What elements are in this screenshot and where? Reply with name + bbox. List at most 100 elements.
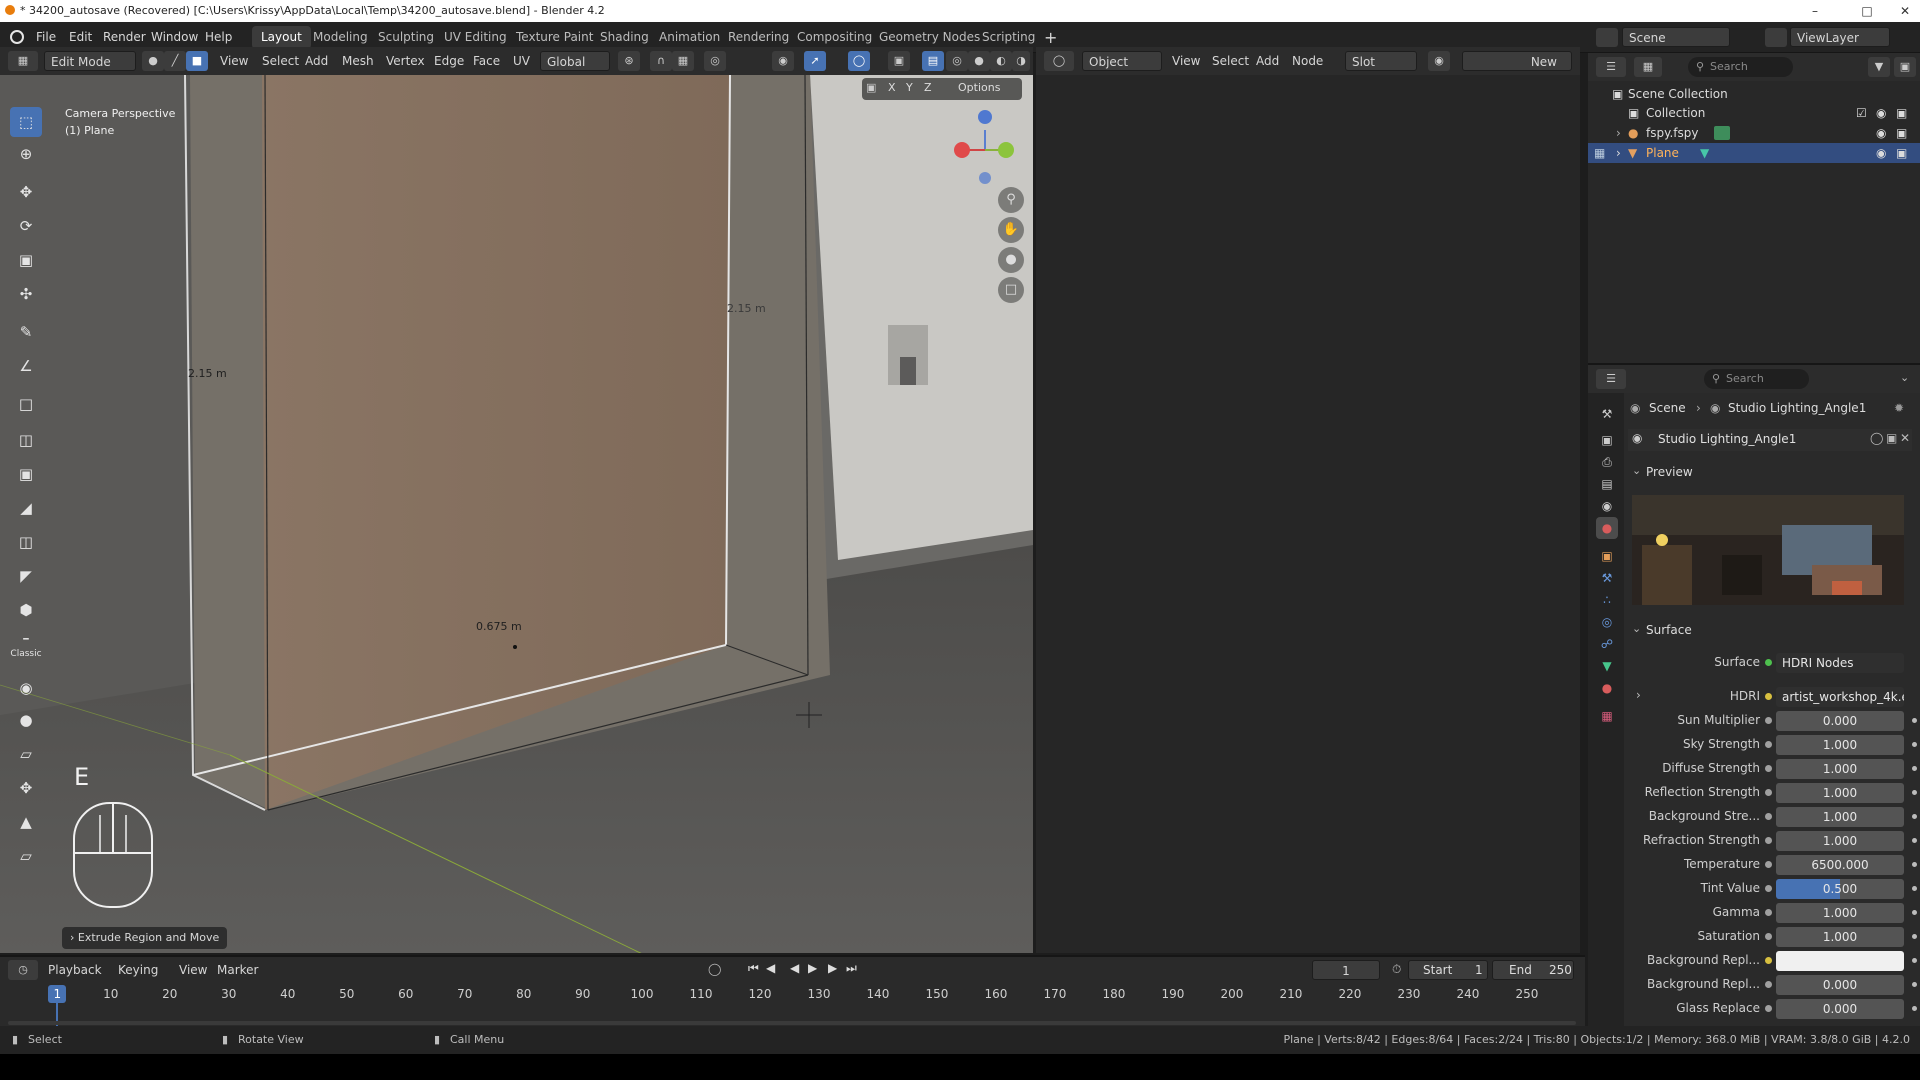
properties-type-icon[interactable]: ☰ xyxy=(1596,369,1626,389)
glass-replace-field[interactable]: 0.000 xyxy=(1776,999,1904,1019)
view-layer-tab-icon[interactable]: ▤ xyxy=(1596,473,1618,495)
expand-arrow-icon[interactable]: › xyxy=(1636,688,1641,702)
tool-tab-icon[interactable]: ⚒ xyxy=(1596,403,1618,425)
background-replace-field[interactable]: 0.000 xyxy=(1776,975,1904,995)
pin-icon[interactable]: ✹ xyxy=(1894,401,1904,415)
constraints-tab-icon[interactable]: ☍ xyxy=(1596,633,1618,655)
menu-uv[interactable]: UV xyxy=(507,51,536,71)
lock-camera-icon[interactable]: □ xyxy=(998,277,1024,303)
tab-animation[interactable]: Animation xyxy=(650,26,729,49)
options-dropdown[interactable]: Options xyxy=(958,81,1000,94)
keyframe-icon[interactable] xyxy=(1912,838,1917,843)
node-menu-select[interactable]: Select xyxy=(1206,51,1255,71)
outliner-item-plane[interactable]: ▦ › ▼ Plane ▼ ◉ ▣ xyxy=(1588,143,1920,163)
overlay-toggle-icon[interactable]: ◯ xyxy=(848,51,870,71)
close-icon[interactable]: ✕ xyxy=(1890,0,1920,22)
rip-tool-icon[interactable]: ▲ xyxy=(10,807,42,837)
background-strength-field[interactable]: 1.000 xyxy=(1776,807,1904,827)
keyframe-icon[interactable] xyxy=(1912,934,1917,939)
menu-face[interactable]: Face xyxy=(467,51,506,71)
tab-layout[interactable]: Layout xyxy=(252,26,311,49)
new-collection-icon[interactable]: ▣ xyxy=(1894,57,1916,77)
mirror-icon[interactable]: ▣ xyxy=(866,81,876,94)
timeline-ruler[interactable]: 1 10 20 30 40 50 60 70 80 90 100 110 120 130 140 150 160… xyxy=(0,957,1585,1028)
scene-tab-icon[interactable]: ◉ xyxy=(1596,495,1618,517)
expand-arrow-icon[interactable]: › xyxy=(1616,143,1621,163)
keyframe-icon[interactable] xyxy=(1912,982,1917,987)
loop-cut-tool-icon[interactable]: ◫ xyxy=(10,527,42,557)
view-layer-field[interactable]: ViewLayer xyxy=(1790,27,1890,47)
axis-z-toggle[interactable]: Z xyxy=(924,81,932,94)
keyframe-icon[interactable] xyxy=(1912,958,1917,963)
maximize-icon[interactable]: □ xyxy=(1852,0,1882,22)
collection-row[interactable]: ▣ Collection ☑ ◉ ▣ xyxy=(1588,103,1920,123)
gizmo-toggle-icon[interactable]: ➚ xyxy=(804,51,826,71)
tab-shading[interactable]: Shading xyxy=(591,26,658,49)
scene-collection-row[interactable]: ▣ Scene Collection xyxy=(1588,84,1920,104)
keyframe-icon[interactable] xyxy=(1912,790,1917,795)
unlink-icon[interactable]: ✕ xyxy=(1900,431,1910,445)
wireframe-shading-icon[interactable]: ◎ xyxy=(946,51,968,71)
face-select-icon[interactable]: ■ xyxy=(186,51,208,71)
tint-value-slider[interactable]: 0.500 xyxy=(1776,879,1904,899)
camera-icon[interactable]: ▣ xyxy=(1896,123,1907,143)
modifier-tab-icon[interactable]: ⚒ xyxy=(1596,567,1618,589)
world-name-field[interactable]: Studio Lighting_Angle1 xyxy=(1658,432,1796,446)
node-menu-view[interactable]: View xyxy=(1166,51,1206,71)
snap-target-icon[interactable]: ▦ xyxy=(672,51,694,71)
node-menu-add[interactable]: Add xyxy=(1250,51,1285,71)
measure-tool-icon[interactable]: ∠ xyxy=(10,351,42,381)
expand-arrow-icon[interactable]: › xyxy=(1616,123,1621,143)
node-editor-type-icon[interactable]: ◯ xyxy=(1044,51,1074,71)
keyframe-icon[interactable] xyxy=(1912,910,1917,915)
edge-select-icon[interactable]: ╱ xyxy=(164,51,186,71)
gamma-field[interactable]: 1.000 xyxy=(1776,903,1904,923)
camera-icon[interactable]: ▣ xyxy=(1896,143,1907,163)
solid-shading-icon[interactable]: ● xyxy=(968,51,990,71)
menu-edge[interactable]: Edge xyxy=(428,51,470,71)
minimize-icon[interactable]: – xyxy=(1800,0,1830,22)
display-mode-icon[interactable]: ▦ xyxy=(1634,57,1662,77)
keyframe-icon[interactable] xyxy=(1912,766,1917,771)
to-sphere-tool-icon[interactable]: ✥ xyxy=(10,773,42,803)
world-tab-icon[interactable]: ● xyxy=(1596,517,1618,539)
keyframe-icon[interactable] xyxy=(1912,742,1917,747)
keyframe-icon[interactable] xyxy=(1912,886,1917,891)
zoom-icon[interactable]: ⚲ xyxy=(998,187,1024,213)
surface-shader-field[interactable]: HDRI Nodes xyxy=(1776,653,1904,673)
texture-tab-icon[interactable]: ▦ xyxy=(1596,705,1618,727)
tab-rendering[interactable]: Rendering xyxy=(719,26,798,49)
tab-scripting[interactable]: Scripting xyxy=(973,26,1044,49)
shader-editor[interactable]: ◯ Object View Select Add Node Slot ◉ New xyxy=(1036,47,1580,953)
extrude-tool-icon[interactable]: ◫ xyxy=(10,425,42,455)
tab-uv-editing[interactable]: UV Editing xyxy=(435,26,516,49)
tab-texture-paint[interactable]: Texture Paint xyxy=(507,26,602,49)
object-tab-icon[interactable]: ▣ xyxy=(1596,545,1618,567)
preview-panel-header[interactable]: ⌄ Preview xyxy=(1628,461,1918,483)
hdri-file-field[interactable]: artist_workshop_4k.exr... xyxy=(1776,687,1904,707)
move-tool-icon[interactable]: ✥ xyxy=(10,177,42,207)
world-browse-icon[interactable]: ◉ xyxy=(1632,431,1642,445)
background-replace-color-swatch[interactable] xyxy=(1776,951,1904,971)
mode-dropdown[interactable]: Edit Mode xyxy=(44,51,136,71)
saturation-field[interactable]: 1.000 xyxy=(1776,927,1904,947)
shrink-fatten-tool-icon[interactable]: ● xyxy=(10,705,42,735)
menu-vertex[interactable]: Vertex xyxy=(380,51,431,71)
keyframe-icon[interactable] xyxy=(1912,814,1917,819)
keyframe-icon[interactable] xyxy=(1912,1006,1917,1011)
visibility-icon[interactable]: ◉ xyxy=(772,51,794,71)
proportional-edit-icon[interactable]: ◎ xyxy=(704,51,726,71)
scene-field[interactable]: Scene xyxy=(1622,27,1730,47)
diffuse-strength-field[interactable]: 1.000 xyxy=(1776,759,1904,779)
pivot-icon[interactable]: ⊛ xyxy=(618,51,640,71)
menu-add[interactable]: Add xyxy=(299,51,334,71)
rotate-tool-icon[interactable]: ⟳ xyxy=(10,211,42,241)
spin-tool-icon[interactable]: ━ Classic xyxy=(10,633,42,663)
camera-icon[interactable]: ▣ xyxy=(1896,103,1907,123)
axis-y-toggle[interactable]: Y xyxy=(906,81,913,94)
timeline-scrollbar[interactable] xyxy=(8,1021,1576,1025)
annotate-tool-icon[interactable]: ✎ xyxy=(10,317,42,347)
refraction-strength-field[interactable]: 1.000 xyxy=(1776,831,1904,851)
physics-tab-icon[interactable]: ◎ xyxy=(1596,611,1618,633)
keyframe-icon[interactable] xyxy=(1912,718,1917,723)
